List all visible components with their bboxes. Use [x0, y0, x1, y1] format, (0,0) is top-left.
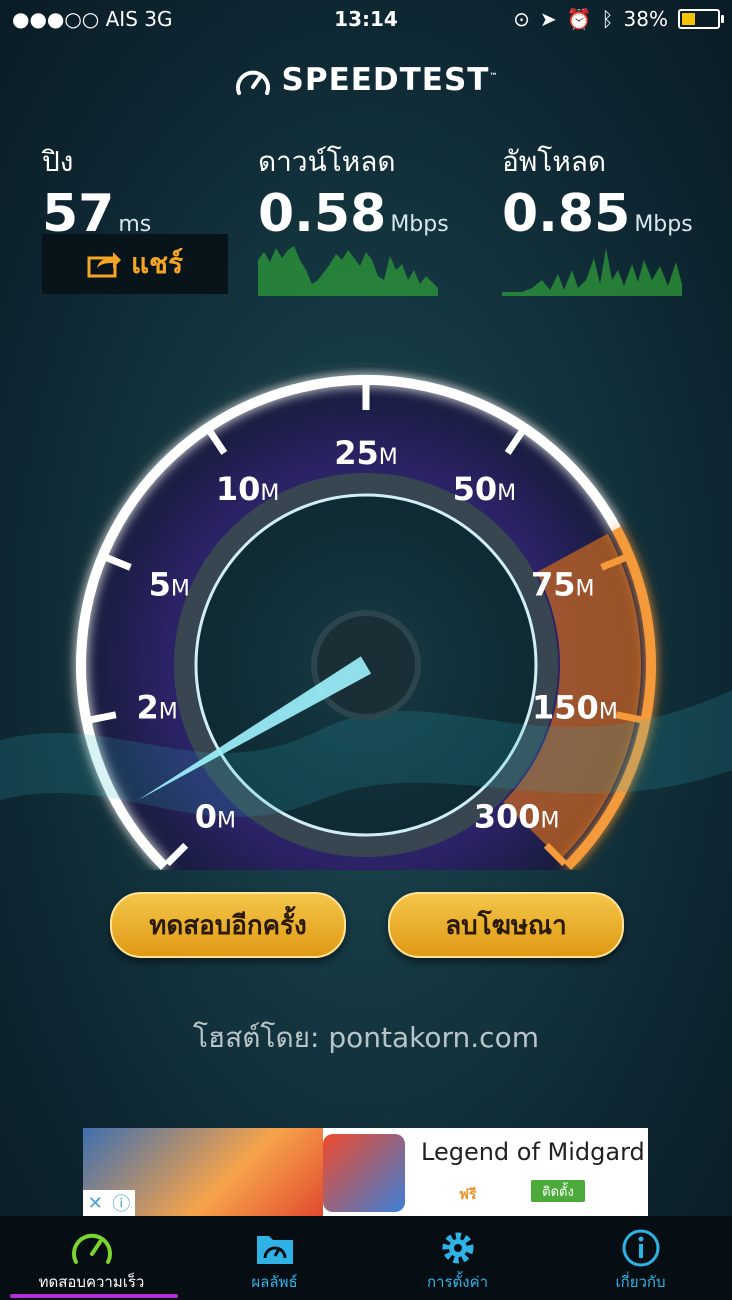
ad-close-icon[interactable]: ✕	[88, 1193, 103, 1214]
download-stat: ดาวน์โหลด 0.58 Mbps	[258, 140, 449, 255]
download-unit: Mbps	[390, 212, 449, 237]
ad-controls: ✕ ⓘ	[83, 1190, 135, 1216]
download-label: ดาวน์โหลด	[258, 145, 396, 178]
download-value: 0.58	[258, 184, 387, 244]
tab-about-label: เกี่ยวกับ	[615, 1273, 666, 1291]
speedometer-icon	[71, 1233, 112, 1264]
share-label: แชร์	[130, 247, 184, 280]
bluetooth-icon: ᛒ	[601, 7, 614, 31]
tab-settings-label: การตั้งค่า	[426, 1273, 489, 1291]
tab-about[interactable]: เกี่ยวกับ	[549, 1216, 732, 1300]
battery-fill	[682, 13, 695, 25]
retest-button[interactable]: ทดสอบอีกครั้ง	[110, 892, 346, 958]
active-tab-indicator	[10, 1294, 178, 1298]
ad-app-icon	[323, 1134, 405, 1212]
alarm-icon: ⏰	[566, 7, 592, 31]
battery-icon	[678, 9, 724, 29]
upload-stat: อัพโหลด 0.85 Mbps	[502, 140, 693, 255]
tab-speedtest[interactable]: ทดสอบความเร็ว	[0, 1216, 183, 1300]
share-icon	[87, 252, 121, 278]
gear-icon	[442, 1232, 473, 1264]
ping-label: ปิง	[42, 145, 74, 178]
app-logo: SPEEDTEST™	[0, 62, 732, 99]
upload-value: 0.85	[502, 184, 631, 244]
tab-results-label: ผลลัพธ์	[251, 1273, 298, 1291]
host-info: โฮสต์โดย: pontakorn.com	[193, 1021, 539, 1054]
gauge-tick-mark	[89, 711, 117, 724]
tab-results[interactable]: ผลลัพธ์	[183, 1216, 366, 1300]
location-icon: ➤	[539, 7, 557, 31]
ad-banner[interactable]: Legend of Midgard ฟรี ติดตั้ง ✕ ⓘ	[83, 1128, 648, 1216]
ad-title: Legend of Midgard	[421, 1138, 645, 1166]
upload-label: อัพโหลด	[502, 145, 607, 178]
speedometer-logo-icon	[235, 70, 270, 95]
ad-info-icon[interactable]: ⓘ	[112, 1190, 130, 1216]
ad-price: ฟรี	[459, 1187, 477, 1203]
speed-gauge: 0M2M5M10M25M50M75M150M300M	[0, 365, 732, 870]
upload-unit: Mbps	[634, 212, 693, 237]
share-button[interactable]: แชร์	[42, 234, 228, 294]
rotation-lock-icon: ⊙	[513, 7, 530, 31]
results-folder-icon	[256, 1236, 293, 1264]
ad-install-button[interactable]: ติดตั้ง	[531, 1180, 585, 1202]
status-right: ⊙ ➤ ⏰ ᛒ 38%	[513, 7, 724, 31]
remove-ads-button[interactable]: ลบโฆษณา	[388, 892, 624, 958]
tab-bar: ทดสอบความเร็ว ผลลัพธ์ การตั้งค่า เกี่ยวก…	[0, 1216, 732, 1300]
status-bar: ●●●○○ AIS 3G 13:14 ⊙ ➤ ⏰ ᛒ 38%	[0, 0, 732, 38]
app-title: SPEEDTEST	[281, 62, 490, 98]
download-sparkline	[258, 246, 438, 296]
tab-settings[interactable]: การตั้งค่า	[366, 1216, 549, 1300]
battery-percent: 38%	[623, 7, 668, 31]
info-icon	[622, 1229, 659, 1267]
upload-sparkline	[502, 248, 682, 296]
gauge-tick-mark	[615, 711, 643, 724]
tab-speedtest-label: ทดสอบความเร็ว	[38, 1273, 145, 1291]
